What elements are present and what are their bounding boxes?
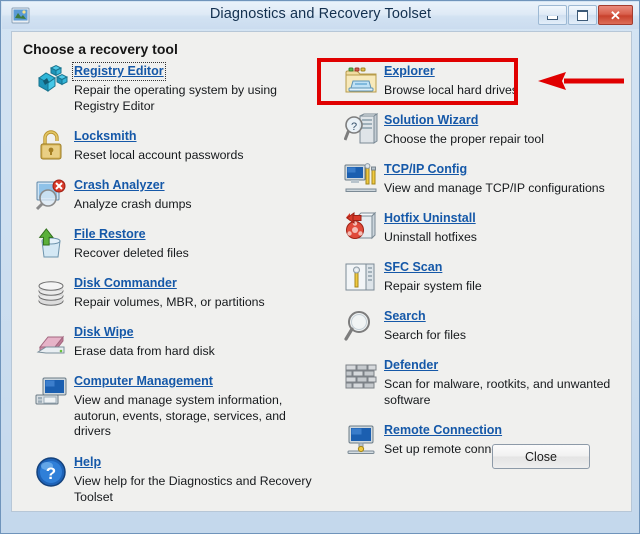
tool-text: Help View help for the Diagnostics and Re…	[74, 453, 318, 505]
tool-description: View and manage TCP/IP configurations	[384, 181, 605, 195]
firewall-brick-icon	[344, 358, 378, 392]
tool-link[interactable]: Solution Wizard	[384, 113, 478, 128]
close-window-button[interactable]: ✕	[598, 5, 633, 25]
tool-description: View and manage system information, auto…	[74, 393, 286, 438]
client-area: Choose a recovery tool Registry Editor Re…	[11, 31, 632, 512]
minimize-button[interactable]	[538, 5, 567, 25]
svg-text:?: ?	[351, 121, 357, 133]
tool-text: Locksmith Reset local account passwords	[74, 127, 318, 164]
tool-link[interactable]: File Restore	[74, 227, 146, 242]
tool-description: Repair volumes, MBR, or partitions	[74, 295, 265, 309]
disk-stack-icon	[34, 276, 68, 310]
tool-text: File Restore Recover deleted files	[74, 225, 318, 262]
tool-text: Disk Commander Repair volumes, MBR, or pa…	[74, 274, 318, 311]
close-button[interactable]: Close	[492, 444, 590, 469]
tool-description: Repair the operating system by using Reg…	[74, 83, 278, 113]
tool-link[interactable]: Crash Analyzer	[74, 178, 165, 193]
remote-monitor-icon	[344, 423, 378, 457]
tool-description: Browse local hard drives	[384, 83, 518, 97]
window-controls: ✕	[538, 5, 633, 26]
tool-text: Solution Wizard Choose the proper repair …	[384, 111, 628, 148]
tool-column-left: Registry Editor Repair the operating syst…	[12, 62, 321, 511]
tool-link[interactable]: Hotfix Uninstall	[384, 211, 476, 226]
page-title: Choose a recovery tool	[23, 41, 178, 57]
application-window: Diagnostics and Recovery Toolset ✕ Choos…	[0, 0, 640, 534]
tool-text: TCP/IP Config View and manage TCP/IP conf…	[384, 160, 628, 197]
magnifier-icon	[344, 309, 378, 343]
tool-description: Search for files	[384, 328, 467, 342]
title-bar: Diagnostics and Recovery Toolset ✕	[2, 2, 639, 29]
tool-description: Recover deleted files	[74, 246, 189, 260]
eraser-disk-icon	[34, 325, 68, 359]
padlock-icon	[34, 129, 68, 163]
tool-text: Explorer Browse local hard drives	[384, 62, 628, 99]
tool-description: Reset local account passwords	[74, 148, 244, 162]
tool-description: Repair system file	[384, 279, 482, 293]
recycle-bin-restore-icon	[34, 227, 68, 261]
tool-link[interactable]: Defender	[384, 358, 438, 373]
question-mark-icon: ?	[34, 455, 68, 489]
registry-editor-icon	[34, 64, 69, 98]
tool-text: Registry Editor Repair the operating syst…	[72, 62, 318, 114]
maximize-icon	[569, 6, 596, 24]
server-wrench-icon	[344, 260, 378, 294]
tool-description: Scan for malware, rootkits, and unwanted…	[384, 377, 611, 407]
tool-text: SFC Scan Repair system file	[384, 258, 628, 295]
maximize-button[interactable]	[568, 5, 597, 25]
tool-text: Hotfix Uninstall Uninstall hotfixes	[384, 209, 628, 246]
tool-description: Choose the proper repair tool	[384, 132, 544, 146]
close-icon: ✕	[610, 7, 621, 23]
tool-description: Analyze crash dumps	[74, 197, 192, 211]
tool-link[interactable]: Search	[384, 309, 426, 324]
tool-text: Disk Wipe Erase data from hard disk	[74, 323, 318, 360]
tool-link[interactable]: Explorer	[384, 64, 435, 79]
monitor-tools-icon	[344, 162, 378, 196]
tool-text: Search Search for files	[384, 307, 628, 344]
tool-link[interactable]: Registry Editor	[72, 62, 166, 81]
server-magnifier-icon: ?	[343, 113, 379, 147]
tool-text: Crash Analyzer Analyze crash dumps	[74, 176, 318, 213]
tool-link[interactable]: SFC Scan	[384, 260, 442, 275]
tool-link[interactable]: Locksmith	[74, 129, 137, 144]
tool-link[interactable]: Computer Management	[74, 374, 213, 389]
minimize-icon	[539, 6, 566, 24]
tool-description: Erase data from hard disk	[74, 344, 215, 358]
computer-monitor-icon	[34, 374, 68, 408]
tool-description: View help for the Diagnostics and Recove…	[74, 474, 312, 504]
tool-link[interactable]: TCP/IP Config	[384, 162, 467, 177]
folder-explorer-icon	[344, 64, 378, 98]
tool-text: Computer Management View and manage syste…	[74, 372, 318, 440]
svg-text:?: ?	[46, 464, 56, 483]
magnifier-error-icon	[34, 178, 68, 212]
tool-link[interactable]: Disk Wipe	[74, 325, 134, 340]
tool-link[interactable]: Disk Commander	[74, 276, 177, 291]
tool-link[interactable]: Remote Connection	[384, 423, 502, 438]
tool-text: Defender Scan for malware, rootkits, and …	[384, 356, 628, 408]
hotfix-rollback-icon	[344, 211, 378, 245]
tool-link[interactable]: Help	[74, 455, 101, 470]
tool-description: Uninstall hotfixes	[384, 230, 477, 244]
